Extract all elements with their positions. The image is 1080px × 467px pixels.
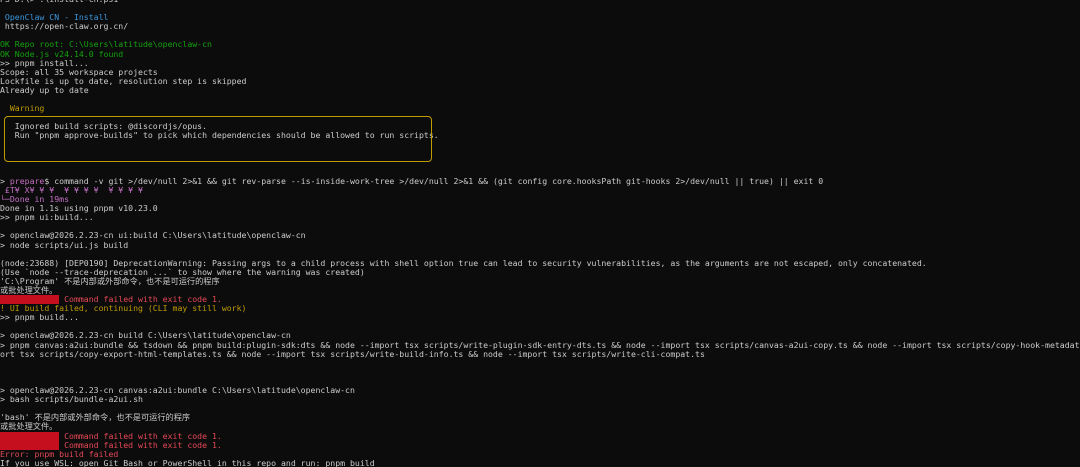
terminal-text-segment: > pnpm canvas:a2ui:bundle && tsdown && p… <box>0 340 1080 350</box>
terminal-text-segment: Done in 1.1s using pnpm v10.23.0 <box>0 204 158 214</box>
terminal-line: (node:23688) [DEP0190] DeprecationWarnin… <box>0 259 1080 268</box>
terminal-line: OK Node.js v24.14.0 found <box>0 50 1080 59</box>
terminal-text-segment: 'C:\Program' 不是内部或外部命令，也不是可运行的程序 <box>0 276 220 286</box>
terminal-text-segment: >> pnpm install... <box>0 58 89 68</box>
terminal-text-segment: 或批处理文件。 <box>0 422 58 432</box>
terminal-text-segment: Run "pnpm approve-builds" to pick which … <box>0 131 439 141</box>
terminal-line: https://open-claw.org.cn/ <box>0 22 1080 31</box>
terminal-line: OpenClaw CN - Install <box>0 13 1080 22</box>
terminal-text-segment: > bash scripts/bundle-a2ui.sh <box>0 395 143 405</box>
terminal-text-segment: Command failed with exit code 1. <box>59 440 222 450</box>
terminal-text-segment: >> pnpm build... <box>0 313 79 323</box>
terminal-text-segment: OpenClaw CN - Install <box>0 13 109 23</box>
terminal-text-segment: https://open-claw.org.cn/ <box>0 22 129 32</box>
terminal-text-segment: Error: pnpm build failed <box>0 449 119 459</box>
terminal-line: (Use `node --trace-deprecation ...` to s… <box>0 268 1080 277</box>
error-label-badge: ELIFECYCLE <box>0 440 60 450</box>
terminal-text-segment: Already up to date <box>0 85 89 95</box>
terminal-text-segment: ort tsx scripts/copy-export-html-templat… <box>0 349 705 359</box>
terminal-text-segment: >> pnpm ui:build... <box>0 213 94 223</box>
terminal-line: > openclaw@2026.2.23-cn ui:build C:\User… <box>0 231 1080 240</box>
terminal-text-segment: If you use WSL: open Git Bash or PowerSh… <box>0 458 375 467</box>
terminal-output[interactable]: PS D:\> .\install-cn.ps1 OpenClaw CN - I… <box>0 0 1080 467</box>
terminal-line: If you use WSL: open Git Bash or PowerSh… <box>0 459 1080 467</box>
terminal-text-segment: > openclaw@2026.2.23-cn ui:build C:\User… <box>0 231 306 241</box>
terminal-text-segment: 或批处理文件。 <box>0 286 58 295</box>
terminal-text-segment: OK Node.js v24.14.0 found <box>0 49 124 59</box>
terminal-line: > openclaw@2026.2.23-cn canvas:a2ui:bund… <box>0 386 1080 395</box>
terminal-line: 或批处理文件。 <box>0 422 1080 431</box>
terminal-line: >> pnpm ui:build... <box>0 213 1080 222</box>
terminal-line: > openclaw@2026.2.23-cn build C:\Users\l… <box>0 331 1080 340</box>
terminal-text-segment: Command failed with exit code 1. <box>59 431 222 441</box>
terminal-text-segment: Warning <box>0 104 50 114</box>
terminal-line: > prepare$ command -v git >/dev/null 2>&… <box>0 177 1080 186</box>
terminal-text-segment: ! UI build failed, continuing (CLI may s… <box>0 304 247 314</box>
terminal-line: ELIFECYCLE Command failed with exit code… <box>0 295 1080 305</box>
terminal-text-segment: 'bash' 不是内部或外部命令，也不是可运行的程序 <box>0 413 191 423</box>
terminal-text-segment: Ignored build scripts: @discordjs/opus. <box>0 122 208 132</box>
terminal-line: Lockfile is up to date, resolution step … <box>0 77 1080 86</box>
terminal-line: Ignored build scripts: @discordjs/opus. <box>0 122 1080 131</box>
terminal-text-segment: PS D:\> .\install-cn.ps1 <box>0 0 118 4</box>
terminal-text-segment: Command failed with exit code 1. <box>59 295 222 305</box>
terminal-line: ELIFECYCLE Command failed with exit code… <box>0 431 1080 441</box>
terminal-text-segment: Scope: all 35 workspace projects <box>0 67 158 77</box>
error-label-badge: ELIFECYCLE <box>0 295 60 305</box>
terminal-line: ELIFECYCLE Command failed with exit code… <box>0 440 1080 450</box>
terminal-line: Run "pnpm approve-builds" to pick which … <box>0 131 1080 140</box>
terminal-text-segment: > openclaw@2026.2.23-cn build C:\Users\l… <box>0 331 291 341</box>
terminal-line: > pnpm canvas:a2ui:bundle && tsdown && p… <box>0 341 1080 350</box>
terminal-text-segment: (node:23688) [DEP0190] DeprecationWarnin… <box>0 258 927 268</box>
terminal-line: ! UI build failed, continuing (CLI may s… <box>0 304 1080 313</box>
terminal-text-segment: > openclaw@2026.2.23-cn canvas:a2ui:bund… <box>0 386 355 396</box>
terminal-line: >> pnpm build... <box>0 313 1080 322</box>
terminal-text-segment: OK Repo root: C:\Users\latitude\openclaw… <box>0 40 212 50</box>
terminal-text-segment: > <box>0 176 10 186</box>
terminal-text-segment: └─Done in 19ms <box>0 195 70 205</box>
terminal-text-segment: Lockfile is up to date, resolution step … <box>0 76 247 86</box>
terminal-line: ort tsx scripts/copy-export-html-templat… <box>0 350 1080 359</box>
terminal-line: Warning <box>0 104 1080 113</box>
terminal-text-segment: prepare <box>9 176 45 186</box>
terminal-line: >> pnpm install... <box>0 59 1080 68</box>
terminal-line: 'C:\Program' 不是内部或外部命令，也不是可运行的程序 <box>0 277 1080 286</box>
terminal-line: Scope: all 35 workspace projects <box>0 68 1080 77</box>
error-label-badge: ELIFECYCLE <box>0 431 60 441</box>
terminal-line: > node scripts/ui.js build <box>0 241 1080 250</box>
terminal-line: OK Repo root: C:\Users\latitude\openclaw… <box>0 40 1080 49</box>
terminal-text-segment: > node scripts/ui.js build <box>0 240 129 250</box>
terminal-line: £T¥ X¥ ¥ ¥ ¥ ¥ ¥ ¥ ¥ ¥ ¥ ¥ <box>0 186 1080 195</box>
terminal-line: > bash scripts/bundle-a2ui.sh <box>0 395 1080 404</box>
terminal-line: └─Done in 19ms <box>0 195 1080 204</box>
terminal-text-segment: (Use `node --trace-deprecation ...` to s… <box>0 267 365 277</box>
terminal-text-segment: $ command -v git >/dev/null 2>&1 && git … <box>44 176 824 186</box>
terminal-line: 或批处理文件。 <box>0 286 1080 295</box>
terminal-line: Error: pnpm build failed <box>0 450 1080 459</box>
terminal-line: Already up to date <box>0 86 1080 95</box>
terminal-line: 'bash' 不是内部或外部命令，也不是可运行的程序 <box>0 413 1080 422</box>
terminal-text-segment: £T¥ X¥ ¥ ¥ ¥ ¥ ¥ ¥ ¥ ¥ ¥ ¥ <box>0 185 143 195</box>
terminal-line: Done in 1.1s using pnpm v10.23.0 <box>0 204 1080 213</box>
